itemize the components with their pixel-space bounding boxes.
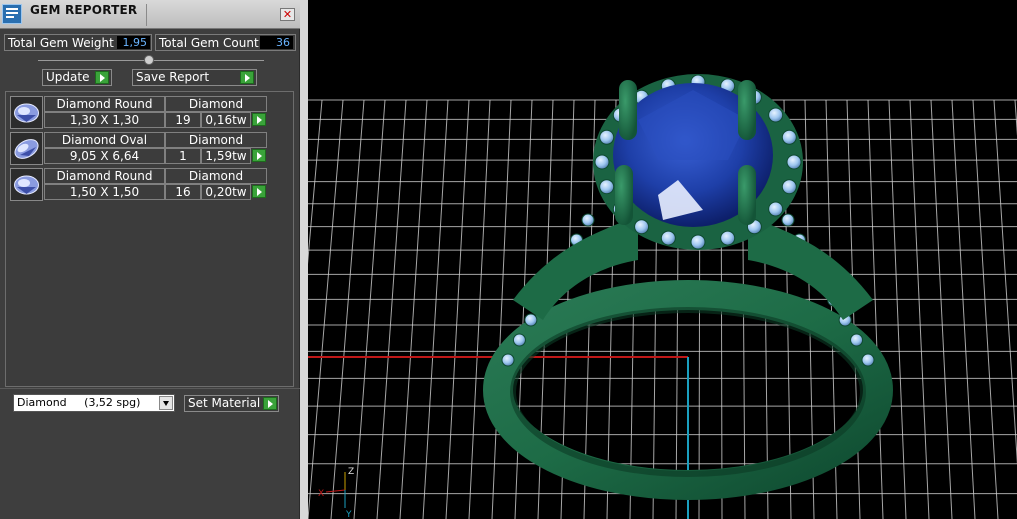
- diamond-round-icon: [14, 175, 39, 195]
- gem-size: 1,50 X 1,50: [44, 184, 165, 200]
- play-arrow-icon: [263, 397, 277, 410]
- material-dropdown-value: Diamond (3,52 spg): [17, 396, 141, 409]
- gem-thumbnail: [10, 168, 43, 201]
- halo-stone: [660, 230, 676, 246]
- material-dropdown[interactable]: Diamond (3,52 spg): [13, 394, 175, 412]
- play-arrow-icon: [240, 71, 254, 84]
- set-material-button-label: Set Material: [188, 396, 261, 410]
- prong: [738, 165, 756, 225]
- total-gem-weight-value: 1,95: [117, 36, 150, 49]
- side-stone: [861, 353, 875, 367]
- 3d-viewport[interactable]: Z X Y: [308, 0, 1017, 519]
- gem-row[interactable]: Diamond Round Diamond 1,30 X 1,30 19 0,1…: [10, 96, 267, 129]
- viewport-frame: [300, 0, 308, 519]
- update-button[interactable]: Update: [42, 69, 112, 86]
- gem-weight: 1,59tw: [201, 148, 251, 164]
- chevron-down-icon[interactable]: [159, 396, 173, 410]
- gem-thumbnail: [10, 132, 43, 165]
- viewport-canvas: Z X Y: [308, 74, 1017, 519]
- total-gem-weight-label: Total Gem Weight: [8, 36, 114, 50]
- panel-splitter-knob[interactable]: [144, 55, 154, 65]
- gem-shape: Diamond Oval: [44, 132, 165, 148]
- gem-shape: Diamond Round: [44, 168, 165, 184]
- gem-weight: 0,20tw: [201, 184, 251, 200]
- play-arrow-icon: [95, 71, 109, 84]
- halo-stone: [599, 179, 615, 195]
- gem-weight: 0,16tw: [201, 112, 251, 128]
- side-stone: [524, 313, 538, 327]
- gem-count: 16: [165, 184, 201, 200]
- halo-stone: [768, 107, 784, 123]
- prong: [619, 80, 637, 140]
- halo-stone: [634, 219, 650, 235]
- side-stone: [512, 333, 526, 347]
- gem-thumbnail: [10, 96, 43, 129]
- diamond-oval-icon: [14, 139, 39, 159]
- axis-z-label: Z: [348, 467, 354, 477]
- axis-gizmo: Z X Y: [318, 467, 354, 519]
- side-stone: [850, 333, 864, 347]
- set-material-button[interactable]: Set Material: [184, 395, 279, 412]
- diamond-round-icon: [14, 103, 39, 123]
- play-arrow-icon[interactable]: [252, 113, 266, 126]
- gem-material: Diamond: [165, 96, 267, 112]
- side-stone: [781, 213, 795, 227]
- gem-size: 9,05 X 6,64: [44, 148, 165, 164]
- axis-y-label: Y: [345, 510, 352, 519]
- window-title: GEM REPORTER: [30, 3, 138, 17]
- side-stone: [501, 353, 515, 367]
- gem-size: 1,30 X 1,30: [44, 112, 165, 128]
- play-arrow-icon[interactable]: [252, 185, 266, 198]
- halo-stone: [781, 179, 797, 195]
- gem-shape: Diamond Round: [44, 96, 165, 112]
- total-gem-count-value: 36: [260, 36, 293, 49]
- halo-stone: [599, 129, 615, 145]
- prong: [738, 80, 756, 140]
- gem-material: Diamond: [165, 168, 267, 184]
- gem-material: Diamond: [165, 132, 267, 148]
- gem-count: 19: [165, 112, 201, 128]
- halo-stone: [690, 234, 706, 250]
- side-stone: [581, 213, 595, 227]
- total-gem-weight-box: Total Gem Weight 1,95: [4, 34, 152, 51]
- halo-stone: [781, 129, 797, 145]
- title-separator: [146, 4, 147, 26]
- save-report-button-label: Save Report: [136, 70, 210, 84]
- halo-stone: [720, 230, 736, 246]
- halo-stone: [768, 201, 784, 217]
- close-button[interactable]: ✕: [280, 8, 295, 21]
- halo-stone: [786, 154, 802, 170]
- gem-list: Diamond Round Diamond 1,30 X 1,30 19 0,1…: [5, 91, 294, 387]
- total-gem-count-box: Total Gem Count 36: [155, 34, 296, 51]
- axis-x-label: X: [318, 489, 324, 499]
- title-bar[interactable]: GEM REPORTER ✕: [0, 0, 300, 29]
- gem-reporter-app-icon: [2, 4, 22, 24]
- gem-count: 1: [165, 148, 201, 164]
- gem-row[interactable]: Diamond Round Diamond 1,50 X 1,50 16 0,2…: [10, 168, 267, 201]
- halo-stone: [594, 154, 610, 170]
- bottom-separator: [0, 388, 300, 389]
- play-arrow-icon[interactable]: [252, 149, 266, 162]
- save-report-button[interactable]: Save Report: [132, 69, 257, 86]
- update-button-label: Update: [46, 70, 90, 84]
- gem-row[interactable]: Diamond Oval Diamond 9,05 X 6,64 1 1,59t…: [10, 132, 267, 165]
- total-gem-count-label: Total Gem Count: [159, 36, 259, 50]
- gem-reporter-panel: GEM REPORTER ✕ Total Gem Weight 1,95 Tot…: [0, 0, 300, 519]
- prong: [615, 165, 633, 225]
